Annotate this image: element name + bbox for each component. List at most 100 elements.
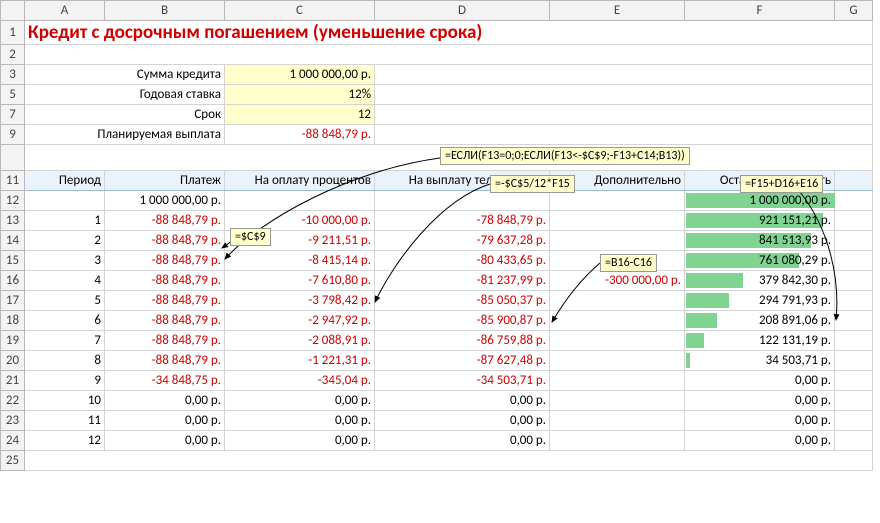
cell-D24[interactable]: 0,00 р. [375, 431, 550, 451]
label-rate[interactable]: Годовая ставка [25, 85, 225, 105]
row-header-16[interactable]: 16 [1, 271, 25, 291]
cell-A16[interactable]: 4 [25, 271, 105, 291]
empty-cell[interactable] [25, 45, 873, 65]
col-header-B[interactable]: B [105, 1, 225, 21]
cell-C21[interactable]: -345,04 р. [225, 371, 375, 391]
row-header-blank[interactable] [1, 145, 25, 171]
cell-C19[interactable]: -2 088,91 р. [225, 331, 375, 351]
row-header-23[interactable]: 23 [1, 411, 25, 431]
row-header-1[interactable]: 1 [1, 21, 25, 45]
row-header-2[interactable]: 2 [1, 45, 25, 65]
cell-D14[interactable]: -79 637,28 р. [375, 231, 550, 251]
cell-B24[interactable]: 0,00 р. [105, 431, 225, 451]
hdr-payment[interactable]: Платеж [105, 171, 225, 191]
row-header-19[interactable]: 19 [1, 331, 25, 351]
cell-A24[interactable]: 12 [25, 431, 105, 451]
input-rate[interactable]: 12% [225, 85, 375, 105]
cell-D19[interactable]: -86 759,88 р. [375, 331, 550, 351]
cell-A22[interactable]: 10 [25, 391, 105, 411]
cell-B15[interactable]: -88 848,79 р. [105, 251, 225, 271]
cell-E17[interactable] [550, 291, 685, 311]
cell-B14[interactable]: -88 848,79 р. [105, 231, 225, 251]
cell-E19[interactable] [550, 331, 685, 351]
col-header-A[interactable]: A [25, 1, 105, 21]
cell-F14[interactable]: 841 513,93 р. [685, 231, 835, 251]
cell-A15[interactable]: 3 [25, 251, 105, 271]
row-header-15[interactable]: 15 [1, 251, 25, 271]
label-term[interactable]: Срок [25, 105, 225, 125]
cell-F21[interactable]: 0,00 р. [685, 371, 835, 391]
row-header-22[interactable]: 22 [1, 391, 25, 411]
cell-F22[interactable]: 0,00 р. [685, 391, 835, 411]
row-header-14[interactable]: 14 [1, 231, 25, 251]
cell-A18[interactable]: 6 [25, 311, 105, 331]
row-header-7[interactable]: 7 [1, 105, 25, 125]
cell-E13[interactable] [550, 211, 685, 231]
cell-E21[interactable] [550, 371, 685, 391]
cell-F16[interactable]: 379 842,30 р. [685, 271, 835, 291]
cell-C16[interactable]: -7 610,80 р. [225, 271, 375, 291]
cell-E14[interactable] [550, 231, 685, 251]
row-header-20[interactable]: 20 [1, 351, 25, 371]
cell-C23[interactable]: 0,00 р. [225, 411, 375, 431]
label-planned[interactable]: Планируемая выплата [25, 125, 225, 145]
cell-F12[interactable]: 1 000 000,00 р. [685, 191, 835, 211]
col-header-C[interactable]: C [225, 1, 375, 21]
cell-A13[interactable]: 1 [25, 211, 105, 231]
cell-D23[interactable]: 0,00 р. [375, 411, 550, 431]
cell-C24[interactable]: 0,00 р. [225, 431, 375, 451]
cell-E16[interactable]: -300 000,00 р. [550, 271, 685, 291]
row-header-5[interactable]: 5 [1, 85, 25, 105]
cell-B17[interactable]: -88 848,79 р. [105, 291, 225, 311]
cell-F23[interactable]: 0,00 р. [685, 411, 835, 431]
cell-B13[interactable]: -88 848,79 р. [105, 211, 225, 231]
row-header-13[interactable]: 13 [1, 211, 25, 231]
cell-C17[interactable]: -3 798,42 р. [225, 291, 375, 311]
cell-F19[interactable]: 122 131,19 р. [685, 331, 835, 351]
cell-E22[interactable] [550, 391, 685, 411]
cell-C15[interactable]: -8 415,14 р. [225, 251, 375, 271]
cell-B18[interactable]: -88 848,79 р. [105, 311, 225, 331]
cell-F15[interactable]: 761 080,29 р. [685, 251, 835, 271]
cell-C20[interactable]: -1 221,31 р. [225, 351, 375, 371]
row-header-21[interactable]: 21 [1, 371, 25, 391]
row-header-9[interactable]: 9 [1, 125, 25, 145]
title-cell[interactable]: Кредит с досрочным погашением (уменьшени… [25, 21, 873, 45]
cell-C18[interactable]: -2 947,92 р. [225, 311, 375, 331]
column-header-row[interactable]: A B C D E F G [1, 1, 873, 21]
row-header-3[interactable]: 3 [1, 65, 25, 85]
cell-B19[interactable]: -88 848,79 р. [105, 331, 225, 351]
cell-D17[interactable]: -85 050,37 р. [375, 291, 550, 311]
cell-F20[interactable]: 34 503,71 р. [685, 351, 835, 371]
cell-E20[interactable] [550, 351, 685, 371]
cell-B20[interactable]: -88 848,79 р. [105, 351, 225, 371]
row-header-24[interactable]: 24 [1, 431, 25, 451]
cell-B16[interactable]: -88 848,79 р. [105, 271, 225, 291]
cell-D18[interactable]: -85 900,87 р. [375, 311, 550, 331]
cell-E18[interactable] [550, 311, 685, 331]
cell-A19[interactable]: 7 [25, 331, 105, 351]
cell-F24[interactable]: 0,00 р. [685, 431, 835, 451]
cell-E24[interactable] [550, 431, 685, 451]
cell-A20[interactable]: 8 [25, 351, 105, 371]
col-header-D[interactable]: D [375, 1, 550, 21]
label-sum[interactable]: Сумма кредита [25, 65, 225, 85]
row-header-12[interactable]: 12 [1, 191, 25, 211]
cell-D16[interactable]: -81 237,99 р. [375, 271, 550, 291]
cell-F18[interactable]: 208 891,06 р. [685, 311, 835, 331]
value-planned[interactable]: -88 848,79 р. [225, 125, 375, 145]
row-header-18[interactable]: 18 [1, 311, 25, 331]
input-term[interactable]: 12 [225, 105, 375, 125]
hdr-interest[interactable]: На оплату процентов [225, 171, 375, 191]
cell-D15[interactable]: -80 433,65 р. [375, 251, 550, 271]
row-header-17[interactable]: 17 [1, 291, 25, 311]
cell-F13[interactable]: 921 151,21 р. [685, 211, 835, 231]
cell-D22[interactable]: 0,00 р. [375, 391, 550, 411]
select-all-corner[interactable] [1, 1, 25, 21]
cell-D13[interactable]: -78 848,79 р. [375, 211, 550, 231]
hdr-period[interactable]: Период [25, 171, 105, 191]
cell-D21[interactable]: -34 503,71 р. [375, 371, 550, 391]
cell-E23[interactable] [550, 411, 685, 431]
col-header-F[interactable]: F [685, 1, 835, 21]
cell-A21[interactable]: 9 [25, 371, 105, 391]
